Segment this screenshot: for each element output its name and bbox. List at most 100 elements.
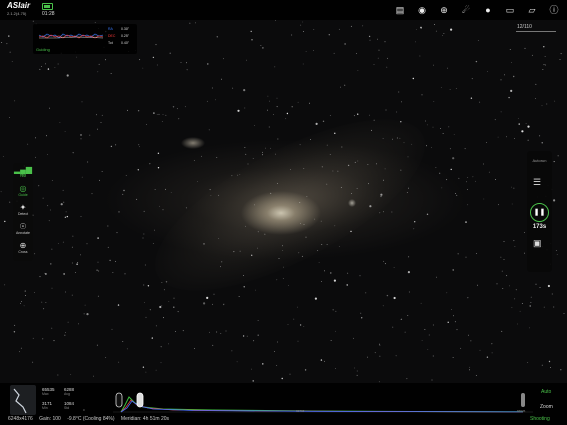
mode-label[interactable]: Autorun xyxy=(527,158,552,163)
star xyxy=(298,252,300,254)
camera-icon[interactable]: ◉ xyxy=(415,3,429,17)
stretch-curve-button[interactable] xyxy=(10,385,36,415)
wifi-icon[interactable]: ▤ xyxy=(393,3,407,17)
star xyxy=(96,344,98,346)
star xyxy=(243,89,246,92)
star xyxy=(189,22,191,24)
star xyxy=(260,45,262,46)
star xyxy=(495,179,496,181)
detect-button[interactable]: ✦ Detect xyxy=(13,203,33,216)
star xyxy=(80,138,82,140)
frame-progress-line xyxy=(516,31,556,32)
stat-std: 1084 Std xyxy=(64,401,74,411)
star xyxy=(486,142,487,143)
star xyxy=(391,211,393,213)
histogram[interactable] xyxy=(113,385,533,415)
star xyxy=(556,254,558,256)
star xyxy=(142,366,145,368)
white-point-handle[interactable] xyxy=(521,393,525,407)
star xyxy=(267,109,268,111)
star xyxy=(347,272,349,274)
telescope-icon[interactable]: ☄ xyxy=(459,3,473,17)
star xyxy=(243,275,244,276)
star xyxy=(87,161,89,163)
list-icon[interactable]: ☰ xyxy=(533,177,541,188)
cross-button[interactable]: ⊕ Cross xyxy=(13,241,33,254)
brand: ASIair 2.1.2(4.75) xyxy=(7,2,30,18)
star xyxy=(408,291,410,293)
star xyxy=(548,360,551,363)
hist-button[interactable]: ▂▄▆ Hist xyxy=(13,165,33,178)
star xyxy=(197,181,198,182)
info-icon[interactable]: ⓘ xyxy=(547,3,561,17)
guide-graph-panel[interactable]: RA 0.30" DEC 0.25" Tot 0.40" Guiding xyxy=(33,24,137,54)
star xyxy=(368,35,371,38)
star xyxy=(310,139,311,140)
star xyxy=(408,256,410,258)
star xyxy=(162,209,164,211)
star xyxy=(9,117,10,118)
star xyxy=(122,341,124,342)
star xyxy=(34,253,36,255)
star xyxy=(23,305,25,307)
star xyxy=(97,295,99,297)
star xyxy=(511,203,513,205)
star xyxy=(439,172,441,174)
star xyxy=(246,335,248,337)
star xyxy=(215,99,216,101)
star xyxy=(359,275,361,277)
star xyxy=(382,138,384,139)
guide-icon[interactable]: ▭ xyxy=(503,3,517,17)
star xyxy=(313,29,315,30)
star xyxy=(71,294,73,296)
star xyxy=(555,250,557,251)
star xyxy=(340,86,341,88)
auto-stretch-button[interactable]: Auto xyxy=(541,389,551,395)
pause-button[interactable]: ❚❚ xyxy=(530,203,549,222)
star xyxy=(413,228,415,230)
star xyxy=(305,236,307,238)
crosshair-icon[interactable]: ⊕ xyxy=(437,3,451,17)
star xyxy=(80,134,82,136)
star xyxy=(161,121,163,122)
star xyxy=(383,179,384,181)
star xyxy=(276,365,278,366)
star xyxy=(64,131,66,132)
star xyxy=(428,334,430,336)
star xyxy=(411,143,413,145)
star xyxy=(511,62,512,63)
star xyxy=(304,369,307,371)
star xyxy=(48,220,50,222)
star xyxy=(539,287,541,288)
star xyxy=(309,102,310,104)
star xyxy=(379,212,381,214)
annotate-button[interactable]: ☉ Annotate xyxy=(13,222,33,235)
black-point-handle[interactable] xyxy=(115,392,123,408)
star xyxy=(98,63,100,65)
app-version: 2.1.2(4.75) xyxy=(7,11,27,16)
star xyxy=(14,100,16,102)
histogram-mid-value: 32768 xyxy=(296,409,305,413)
star xyxy=(541,142,543,144)
star xyxy=(513,75,515,78)
mid-point-handle[interactable] xyxy=(136,392,144,408)
left-tool-panel: ▂▄▆ Hist ◎ Guide ✦ Detect ☉ Annotate ⊕ C… xyxy=(13,163,33,261)
star xyxy=(376,163,377,165)
star xyxy=(64,334,66,336)
star xyxy=(415,29,417,30)
gallery-icon[interactable]: ▣ xyxy=(533,238,542,249)
star xyxy=(324,270,325,272)
zoom-button[interactable]: Zoom xyxy=(540,404,553,410)
star xyxy=(300,24,302,26)
guide-button[interactable]: ◎ Guide xyxy=(13,184,33,197)
star xyxy=(559,59,561,60)
star xyxy=(81,176,83,178)
star xyxy=(446,292,448,294)
star xyxy=(216,36,218,38)
filter-wheel-icon[interactable]: ● xyxy=(481,3,495,17)
sky-image-view[interactable]: ASIair 2.1.2(4.75) 01:28 ▤ ◉ ⊕ ☄ ● ▭ ▱ ⓘ… xyxy=(0,0,567,425)
star xyxy=(34,292,35,293)
star xyxy=(274,351,275,352)
star xyxy=(186,69,188,71)
focuser-icon[interactable]: ▱ xyxy=(525,3,539,17)
